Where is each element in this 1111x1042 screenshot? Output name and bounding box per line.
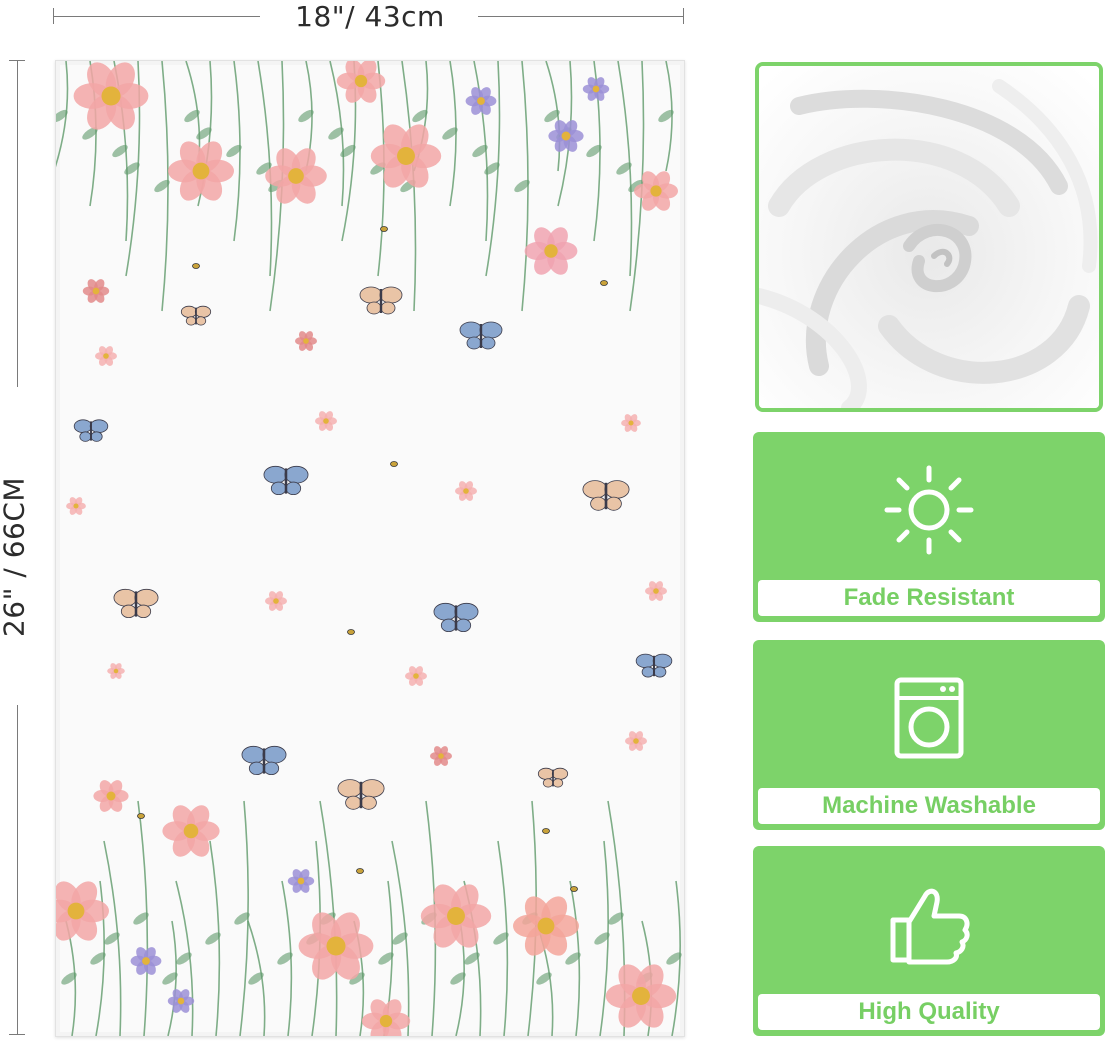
flower (430, 746, 452, 766)
width-dimension-line-right (478, 16, 683, 17)
flower (315, 411, 337, 431)
flower (524, 227, 578, 275)
leaf-stem (247, 920, 266, 1036)
butterfly (459, 321, 503, 350)
bee (347, 629, 355, 635)
flower (95, 346, 117, 366)
flower (645, 581, 667, 601)
height-dimension-end-tick (9, 1034, 25, 1035)
butterfly (73, 419, 109, 442)
feature-card-fade-resistant: Fade Resistant (753, 432, 1105, 622)
flower (93, 780, 129, 812)
flower (405, 666, 427, 686)
leaf-stem (658, 61, 674, 172)
height-dimension-line-top (17, 60, 18, 387)
leaf-stem (666, 880, 682, 1036)
sun-icon (884, 465, 974, 555)
flower (605, 964, 677, 1028)
leaf-stem (133, 800, 149, 1036)
fabric-closeup-photo (755, 62, 1103, 412)
butterfly (433, 602, 479, 633)
flower (265, 591, 287, 611)
flower (167, 989, 195, 1013)
flower (287, 869, 315, 893)
feature-card-machine-washable: Machine Washable (753, 640, 1105, 830)
feature-label-high-quality: High Quality (758, 994, 1100, 1030)
leaf-stem (103, 840, 122, 1036)
butterfly (263, 465, 309, 496)
butterfly (180, 305, 212, 326)
feature-label-fade-resistant: Fade Resistant (758, 580, 1100, 616)
flower (465, 87, 497, 115)
width-dimension-line-left (53, 16, 260, 17)
flower (265, 148, 327, 204)
flower (361, 999, 411, 1036)
flower (420, 884, 492, 948)
floral-towel-image (55, 60, 685, 1037)
floral-butterfly-pattern (56, 61, 682, 1036)
bee (192, 263, 200, 269)
butterfly (537, 767, 569, 788)
butterfly (582, 480, 630, 511)
bee (137, 813, 145, 819)
terry-fabric-swirl-icon (759, 66, 1099, 408)
width-dimension-label: 18"/ 43cm (295, 0, 445, 33)
leaf-stem (56, 61, 69, 168)
leaf-stem (442, 61, 458, 207)
flower (130, 947, 162, 975)
leaf-stem (514, 61, 530, 312)
leaf-stem (544, 61, 561, 172)
butterfly (337, 779, 385, 810)
flower (82, 279, 110, 303)
feature-label-machine-washable: Machine Washable (758, 788, 1100, 824)
flower (370, 124, 442, 188)
leaf-stem (277, 880, 293, 1036)
height-dimension-label: 26" / 66CM (0, 476, 31, 638)
flower (295, 331, 317, 351)
bee (600, 280, 608, 286)
flower (621, 414, 641, 432)
butterfly (113, 588, 159, 619)
bee (356, 868, 364, 874)
bee (570, 886, 578, 892)
leaf-stem (616, 61, 633, 277)
leaf-stem (154, 61, 170, 312)
washing-machine-icon (894, 677, 964, 759)
flower (548, 120, 584, 152)
bee (390, 461, 398, 467)
flower (513, 896, 579, 956)
bee (380, 226, 388, 232)
leaf-stem (162, 920, 178, 1036)
bee (542, 828, 550, 834)
butterfly (241, 745, 287, 776)
leaf-stem (205, 840, 221, 1036)
height-dimension-line-bottom (17, 705, 18, 1035)
leaf-stem (226, 61, 242, 242)
flower (625, 731, 647, 751)
flower (107, 663, 125, 679)
product-infographic: 18"/ 43cm 26" / 66CM Fade Resistant Mach… (0, 0, 1111, 1042)
butterfly (359, 286, 403, 315)
leaf-stem (234, 800, 250, 1036)
leaf-stem (594, 840, 610, 1036)
leaf-stem (175, 880, 194, 1036)
width-dimension-end-tick (683, 8, 684, 24)
butterfly (635, 653, 673, 678)
flower (66, 497, 86, 515)
thumbs-up-icon (890, 888, 970, 965)
flower (455, 481, 477, 501)
feature-card-high-quality: High Quality (753, 846, 1105, 1036)
flower (73, 62, 149, 130)
leaf-stem (493, 840, 509, 1036)
